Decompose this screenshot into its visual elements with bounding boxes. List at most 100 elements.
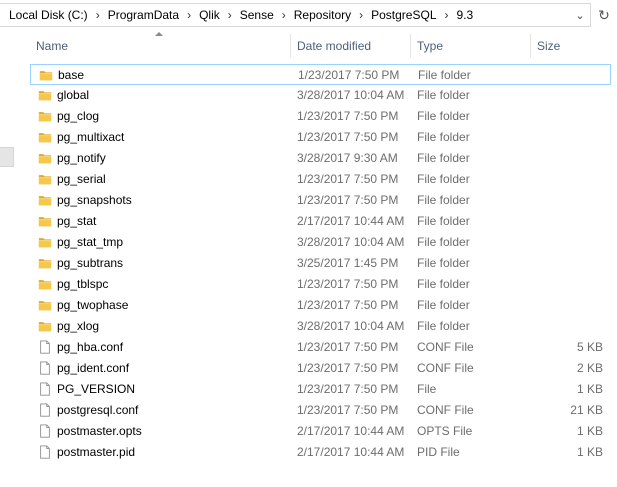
file-date-modified: 3/25/2017 1:45 PM	[297, 256, 399, 270]
file-type: File folder	[417, 277, 470, 291]
file-type: OPTS File	[417, 424, 473, 438]
file-row[interactable]: pg_multixact 1/23/2017 7:50 PM File folder	[30, 127, 611, 148]
file-date-modified: 3/28/2017 10:04 AM	[297, 235, 405, 249]
column-header-date[interactable]: Date modified	[291, 34, 411, 58]
file-row[interactable]: pg_xlog 3/28/2017 10:04 AM File folder	[30, 316, 611, 337]
breadcrumb-separator-icon[interactable]: ›	[440, 8, 454, 22]
file-type: File folder	[417, 319, 470, 333]
file-type: File folder	[417, 109, 470, 123]
file-icon	[38, 424, 52, 438]
file-type: File folder	[417, 298, 470, 312]
file-name: pg_twophase	[57, 298, 129, 312]
file-row[interactable]: pg_serial 1/23/2017 7:50 PM File folder	[30, 169, 611, 190]
file-name: pg_stat	[57, 214, 97, 228]
file-date-modified: 3/28/2017 10:04 AM	[297, 319, 405, 333]
file-date-modified: 3/28/2017 9:30 AM	[297, 151, 398, 165]
folder-icon	[38, 235, 52, 249]
file-size: 21 KB	[570, 403, 603, 417]
file-date-modified: 1/23/2017 7:50 PM	[297, 361, 399, 375]
file-row[interactable]: postmaster.opts 2/17/2017 10:44 AM OPTS Fi…	[30, 421, 611, 442]
file-type: File folder	[417, 172, 470, 186]
refresh-icon[interactable]: ↻	[594, 5, 614, 25]
file-icon	[38, 361, 52, 375]
folder-icon	[38, 214, 52, 228]
file-row[interactable]: PG_VERSION 1/23/2017 7:50 PM File 1 KB	[30, 379, 611, 400]
file-type: CONF File	[417, 340, 474, 354]
file-row[interactable]: base 1/23/2017 7:50 PM File folder	[30, 64, 611, 85]
file-name: postmaster.pid	[57, 445, 136, 459]
file-name: pg_clog	[57, 109, 100, 123]
folder-icon	[38, 88, 52, 102]
folder-icon	[38, 172, 52, 186]
file-date-modified: 1/23/2017 7:50 PM	[297, 382, 399, 396]
folder-icon	[38, 193, 52, 207]
file-date-modified: 2/17/2017 10:44 AM	[297, 214, 405, 228]
file-name: pg_stat_tmp	[57, 235, 124, 249]
file-row[interactable]: global 3/28/2017 10:04 AM File folder	[30, 85, 611, 106]
file-type: File	[417, 382, 437, 396]
file-icon	[38, 403, 52, 417]
breadcrumb-separator-icon[interactable]: ›	[354, 8, 368, 22]
column-header-type-label: Type	[417, 39, 444, 53]
column-header-type[interactable]: Type	[411, 34, 531, 58]
column-header-size[interactable]: Size	[531, 34, 611, 58]
breadcrumb-item[interactable]: Qlik	[196, 8, 223, 22]
folder-icon	[39, 68, 53, 82]
file-type: File folder	[417, 214, 470, 228]
file-type: CONF File	[417, 361, 474, 375]
column-headers: Name Date modified Type Size	[30, 32, 611, 58]
file-size: 1 KB	[576, 424, 603, 438]
breadcrumb-separator-icon[interactable]: ›	[182, 8, 196, 22]
file-row[interactable]: pg_clog 1/23/2017 7:50 PM File folder	[30, 106, 611, 127]
file-date-modified: 1/23/2017 7:50 PM	[298, 68, 400, 82]
address-bar[interactable]: Local Disk (C:) › ProgramData › Qlik › Sense › R…	[0, 3, 591, 27]
file-row[interactable]: postgresql.conf 1/23/2017 7:50 PM CONF Fil…	[30, 400, 611, 421]
file-name: pg_ident.conf	[57, 361, 130, 375]
file-date-modified: 1/23/2017 7:50 PM	[297, 403, 399, 417]
file-type: CONF File	[417, 403, 474, 417]
sort-ascending-icon	[155, 32, 163, 36]
breadcrumb-item[interactable]: 9.3	[454, 8, 477, 22]
breadcrumb-separator-icon[interactable]: ›	[91, 8, 105, 22]
file-type: File folder	[418, 68, 471, 82]
file-row[interactable]: pg_subtrans 3/25/2017 1:45 PM File folder	[30, 253, 611, 274]
file-date-modified: 1/23/2017 7:50 PM	[297, 340, 399, 354]
file-name: pg_xlog	[57, 319, 100, 333]
column-header-name[interactable]: Name	[30, 32, 291, 58]
folder-icon	[38, 109, 52, 123]
file-row[interactable]: pg_stat 2/17/2017 10:44 AM File folder	[30, 211, 611, 232]
file-name: postgresql.conf	[57, 403, 139, 417]
breadcrumb-item[interactable]: PostgreSQL	[368, 8, 439, 22]
file-name: pg_multixact	[57, 130, 125, 144]
file-name: pg_serial	[57, 172, 106, 186]
breadcrumb-separator-icon[interactable]: ›	[223, 8, 237, 22]
file-name: pg_tblspc	[57, 277, 109, 291]
breadcrumb-item[interactable]: Local Disk (C:)	[6, 8, 91, 22]
file-row[interactable]: pg_notify 3/28/2017 9:30 AM File folder	[30, 148, 611, 169]
file-size: 2 KB	[576, 361, 603, 375]
file-name: postmaster.opts	[57, 424, 142, 438]
file-icon	[38, 340, 52, 354]
file-name: base	[58, 68, 85, 82]
breadcrumb-item[interactable]: Sense	[237, 8, 277, 22]
file-row[interactable]: pg_twophase 1/23/2017 7:50 PM File folder	[30, 295, 611, 316]
navigation-pane[interactable]	[0, 27, 19, 487]
file-date-modified: 2/17/2017 10:44 AM	[297, 424, 405, 438]
file-row[interactable]: pg_tblspc 1/23/2017 7:50 PM File folder	[30, 274, 611, 295]
file-size: 5 KB	[576, 340, 603, 354]
file-row[interactable]: pg_ident.conf 1/23/2017 7:50 PM CONF File 2…	[30, 358, 611, 379]
file-row[interactable]: pg_hba.conf 1/23/2017 7:50 PM CONF File 5 K…	[30, 337, 611, 358]
breadcrumb-item[interactable]: Repository	[291, 8, 354, 22]
file-name: pg_subtrans	[57, 256, 124, 270]
folder-icon	[38, 130, 52, 144]
file-name: global	[57, 88, 90, 102]
breadcrumb: Local Disk (C:) › ProgramData › Qlik › Sense › R…	[0, 4, 476, 26]
file-row[interactable]: postmaster.pid 2/17/2017 10:44 AM PID File…	[30, 442, 611, 463]
breadcrumb-separator-icon[interactable]: ›	[277, 8, 291, 22]
file-date-modified: 2/17/2017 10:44 AM	[297, 445, 405, 459]
file-row[interactable]: pg_stat_tmp 3/28/2017 10:04 AM File folder	[30, 232, 611, 253]
chevron-down-icon[interactable]: ⌄	[570, 4, 590, 26]
breadcrumb-item[interactable]: ProgramData	[105, 8, 182, 22]
navigation-pane-selected-item[interactable]	[0, 147, 14, 167]
file-row[interactable]: pg_snapshots 1/23/2017 7:50 PM File folder	[30, 190, 611, 211]
